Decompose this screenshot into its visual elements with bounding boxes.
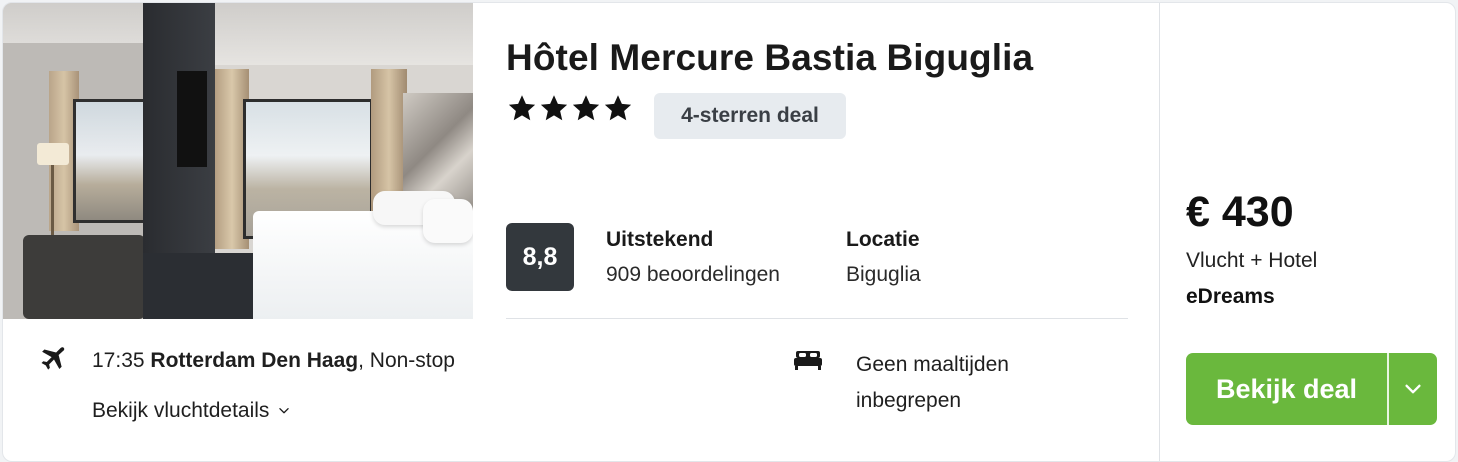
meal-info: Geen maaltijden inbegrepen <box>856 353 1009 412</box>
hotel-photo[interactable] <box>3 3 473 319</box>
star-icon <box>539 93 569 123</box>
flight-details-label: Bekijk vluchtdetails <box>92 399 270 422</box>
rating-label: Uitstekend <box>606 228 714 251</box>
bed-icon <box>794 351 822 370</box>
button-separator <box>1387 353 1389 425</box>
star-icon <box>603 93 633 123</box>
chevron-down-icon <box>1405 384 1421 394</box>
view-deal-button[interactable]: Bekijk deal <box>1186 353 1387 425</box>
plane-icon <box>41 347 65 370</box>
flight-details-toggle[interactable]: Bekijk vluchtdetails <box>92 399 291 423</box>
flight-summary: 17:35 Rotterdam Den Haag, Non-stop <box>92 349 455 373</box>
price-type: Vlucht + Hotel <box>1186 249 1318 272</box>
more-deals-dropdown[interactable] <box>1389 353 1437 425</box>
review-score: 8,8 <box>506 223 574 291</box>
location-value: Biguglia <box>846 263 921 286</box>
column-divider <box>1159 3 1160 461</box>
star-rating <box>507 93 633 123</box>
flight-stops: , Non-stop <box>358 349 455 372</box>
provider-name: eDreams <box>1186 285 1275 308</box>
view-deal-button-group: Bekijk deal <box>1186 353 1437 425</box>
star-icon <box>571 93 601 123</box>
chevron-down-icon <box>279 408 290 414</box>
flight-airport: Rotterdam Den Haag <box>150 349 359 372</box>
review-count: 909 beoordelingen <box>606 263 780 286</box>
divider <box>506 318 1128 319</box>
hotel-name[interactable]: Hôtel Mercure Bastia Biguglia <box>506 37 1033 79</box>
location-label: Locatie <box>846 228 920 251</box>
star-icon <box>507 93 537 123</box>
price: € 430 <box>1186 188 1294 236</box>
deal-badge: 4-sterren deal <box>654 93 846 139</box>
deal-card[interactable]: Hôtel Mercure Bastia Biguglia 4-sterren … <box>2 2 1456 462</box>
flight-time: 17:35 <box>92 349 145 372</box>
